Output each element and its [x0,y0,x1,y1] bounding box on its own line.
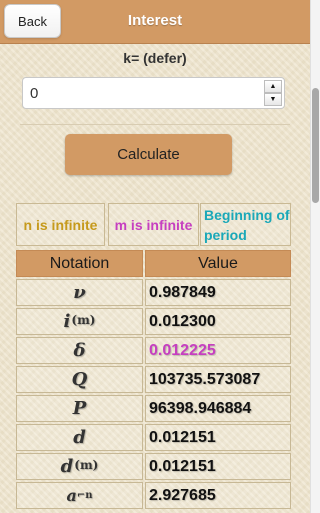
scrollbar-thumb[interactable] [312,88,319,203]
stepper-up-icon[interactable]: ▲ [264,80,282,93]
page-title: Interest [127,12,183,29]
value-header: Value [145,250,291,277]
table-header-row: Notation Value [16,250,292,279]
notation-nu: ν [73,282,86,303]
option-beginning-of-period[interactable]: Beginning of period [200,203,291,246]
option-m-infinite[interactable]: m is infinite [108,203,199,246]
table-row: ν 0.987849 [16,279,292,308]
k-field[interactable]: ▲ ▼ [22,77,285,109]
notation-i-m: i (m) [63,311,96,332]
k-input[interactable] [23,78,255,108]
value-cell: 0.012151 [149,428,216,446]
k-field-label: k= (defer) [123,50,187,66]
notation-header: Notation [16,250,143,277]
value-cell: 0.012151 [149,457,216,475]
table-row: i (m) 0.012300 [16,308,292,337]
notation-q: Q [71,369,88,390]
results-table: Notation Value ν 0.987849 i (m) 0.012300 … [16,250,292,511]
notation-delta: δ [73,340,86,361]
value-cell: 0.012300 [149,312,216,330]
value-cell: 0.987849 [149,283,216,301]
number-stepper[interactable]: ▲ ▼ [264,80,282,106]
value-cell: 96398.946884 [149,399,252,417]
calculate-button[interactable]: Calculate [65,134,232,175]
app-header: Back Interest [0,0,310,44]
table-row: δ 0.012225 [16,337,292,366]
value-cell-highlighted: 0.012225 [149,341,216,359]
notation-d: d [73,427,86,448]
table-row: P 96398.946884 [16,395,292,424]
notation-annuity: a ⌐n [66,486,93,505]
table-row: d (m) 0.012151 [16,453,292,482]
notation-p: P [72,398,87,419]
notation-d-m: d (m) [60,456,99,477]
divider [20,124,290,125]
value-cell: 103735.573087 [149,370,261,388]
scrollbar[interactable] [310,0,320,513]
table-row: a ⌐n 2.927685 [16,482,292,511]
table-row: d 0.012151 [16,424,292,453]
value-cell: 2.927685 [149,486,216,504]
option-n-infinite[interactable]: n is infinite [16,203,105,246]
stepper-down-icon[interactable]: ▼ [264,93,282,106]
table-row: Q 103735.573087 [16,366,292,395]
